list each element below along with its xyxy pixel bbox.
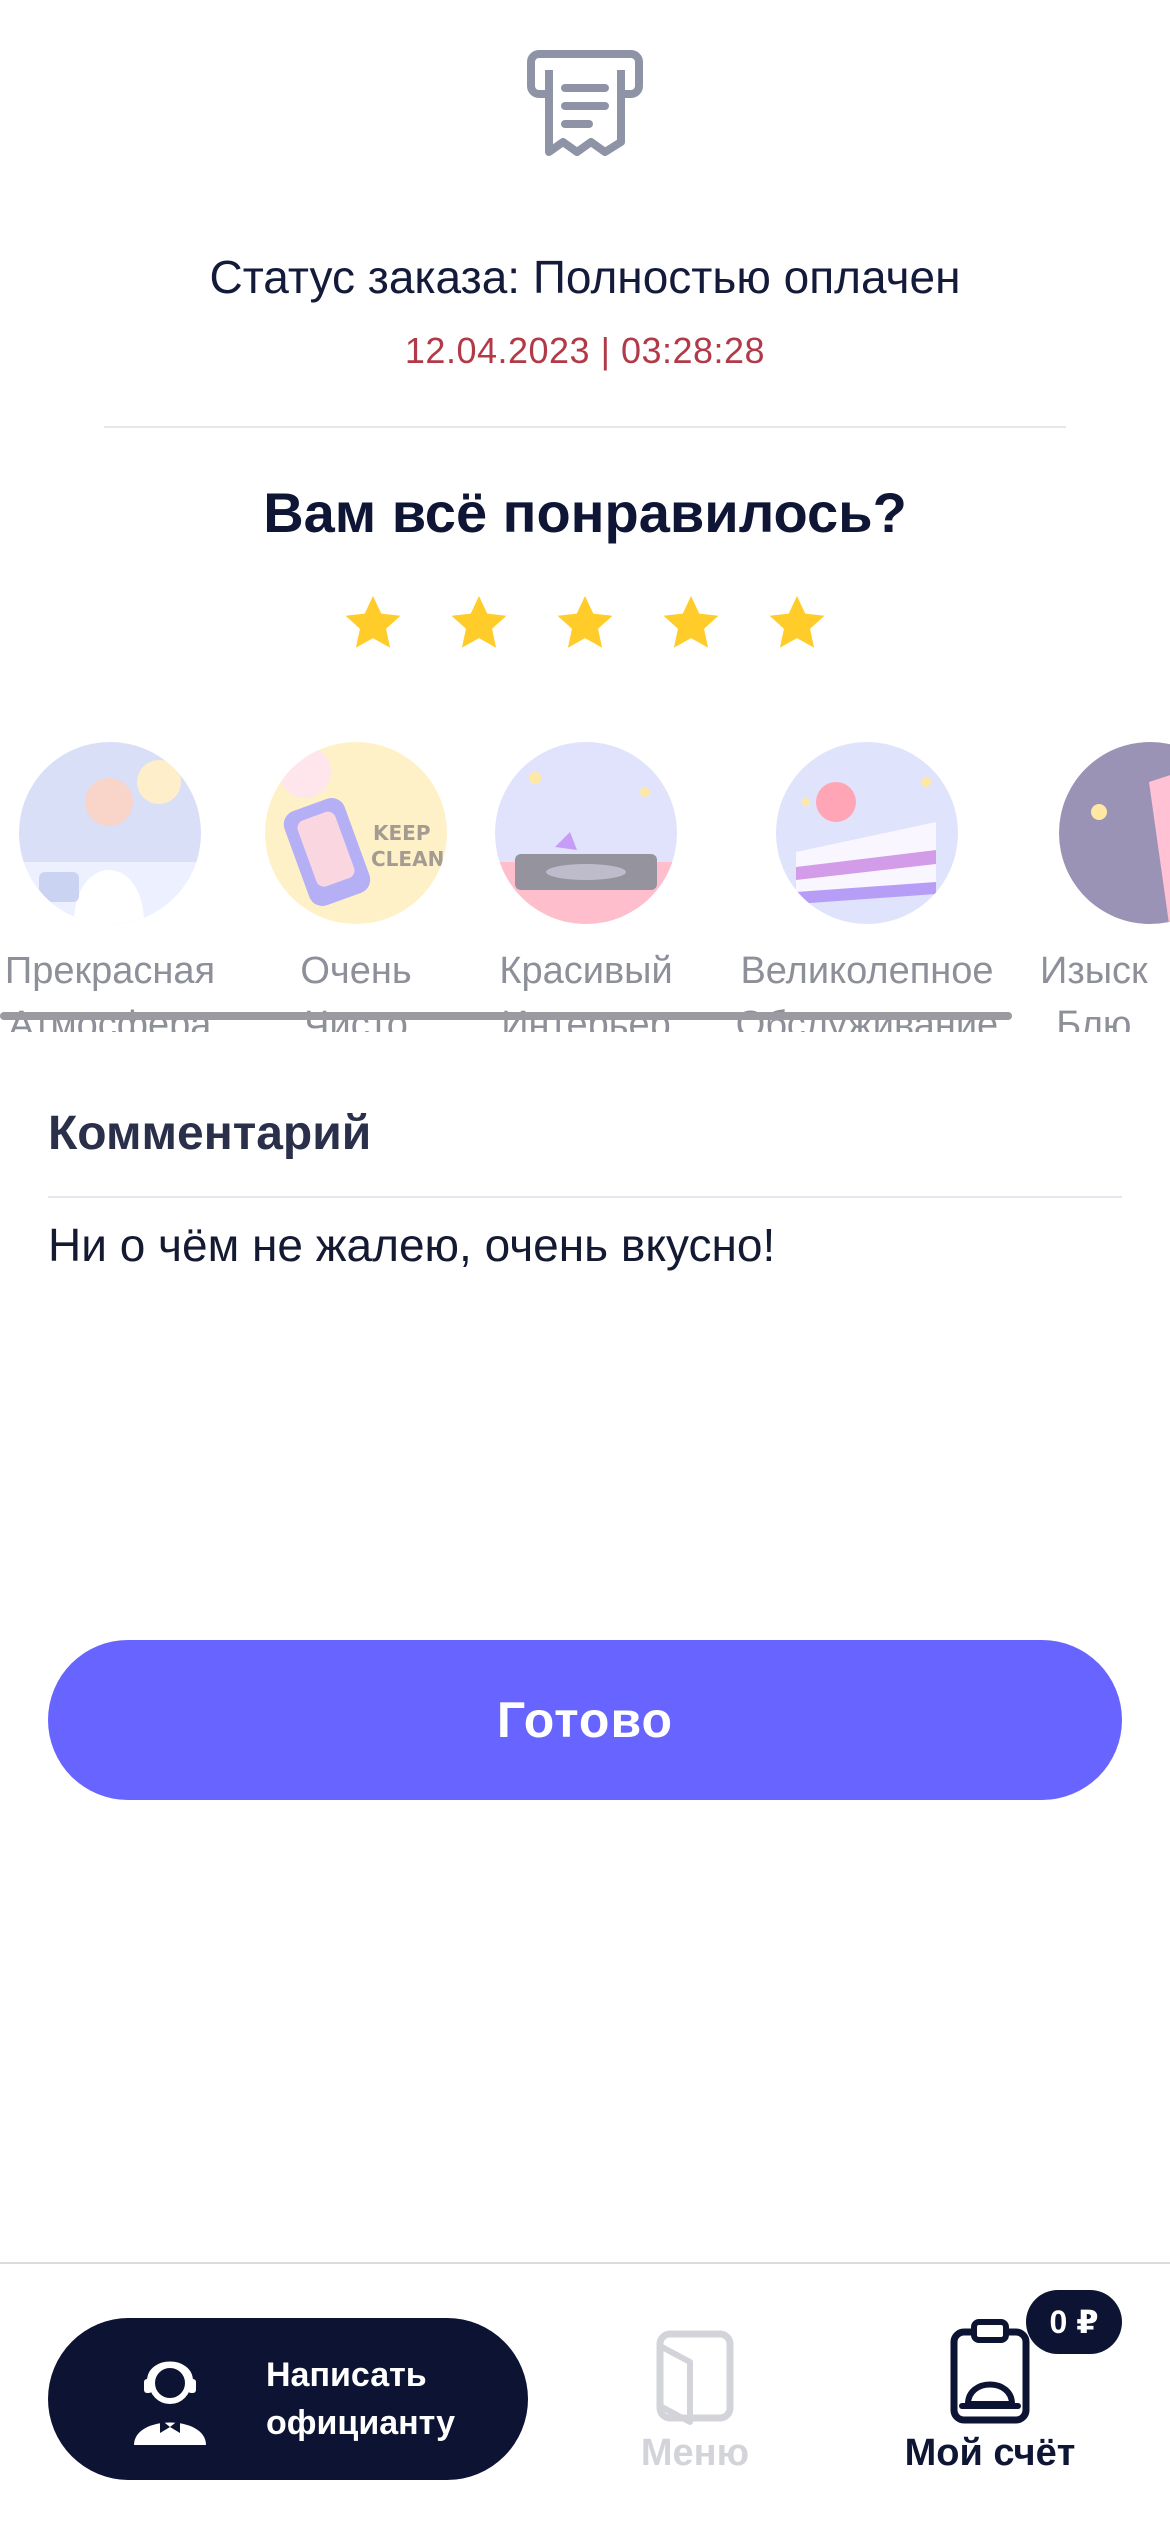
category-interior[interactable]: Красивый Интерьер (476, 742, 696, 1032)
rating-question: Вам всё понравилось? (263, 481, 907, 544)
call-waiter-button[interactable]: Написать официанту (48, 2318, 528, 2480)
menu-book-icon (656, 2330, 734, 2425)
category-service[interactable]: Великолепное Обслуживание (722, 742, 1012, 1032)
cake-illustration (776, 742, 958, 924)
receipt-icon (525, 48, 645, 164)
bill-amount-badge: 0 ₽ (1026, 2290, 1122, 2354)
category-clean[interactable]: KEEP CLEAN Очень Чисто (246, 742, 466, 1032)
interior-illustration (495, 742, 677, 924)
svg-text:KEEP: KEEP (373, 821, 430, 845)
category-label: Изыск Блю (1040, 950, 1148, 1032)
feedback-categories[interactable]: Прекрасная Атмосфера KEEP CLEAN Очень Чи… (0, 742, 1170, 1032)
comment-input[interactable]: Ни о чём не жалею, очень вкусно! (48, 1218, 775, 1272)
tab-my-bill-label: Мой счёт (904, 2432, 1076, 2474)
tab-menu-label: Меню (640, 2432, 750, 2474)
star-icon[interactable] (765, 592, 829, 656)
star-icon[interactable] (553, 592, 617, 656)
order-datetime: 12.04.2023 | 03:28:28 (404, 330, 766, 371)
comment-title: Комментарий (48, 1107, 372, 1160)
atmosphere-illustration (19, 742, 201, 924)
category-atmosphere[interactable]: Прекрасная Атмосфера (0, 742, 220, 1032)
star-icon[interactable] (659, 592, 723, 656)
keep-clean-illustration: KEEP CLEAN (265, 742, 447, 924)
star-icon[interactable] (447, 592, 511, 656)
dish-illustration (1059, 742, 1170, 924)
category-dishes[interactable]: Изыск Блю (1040, 742, 1170, 1032)
waiter-icon (134, 2361, 206, 2445)
star-rating[interactable] (0, 592, 1170, 660)
tab-menu[interactable]: Меню (620, 2326, 770, 2475)
bill-icon (950, 2319, 1030, 2424)
order-status: Статус заказа: Полностью оплачен (209, 251, 961, 303)
horizontal-scrollbar[interactable] (0, 1012, 1012, 1020)
done-button[interactable]: Готово (48, 1640, 1122, 1800)
divider (48, 1196, 1122, 1198)
divider (0, 2262, 1170, 2264)
svg-text:CLEAN: CLEAN (371, 847, 444, 871)
divider (104, 426, 1066, 428)
call-waiter-label: Написать официанту (266, 2356, 456, 2442)
star-icon[interactable] (341, 592, 405, 656)
